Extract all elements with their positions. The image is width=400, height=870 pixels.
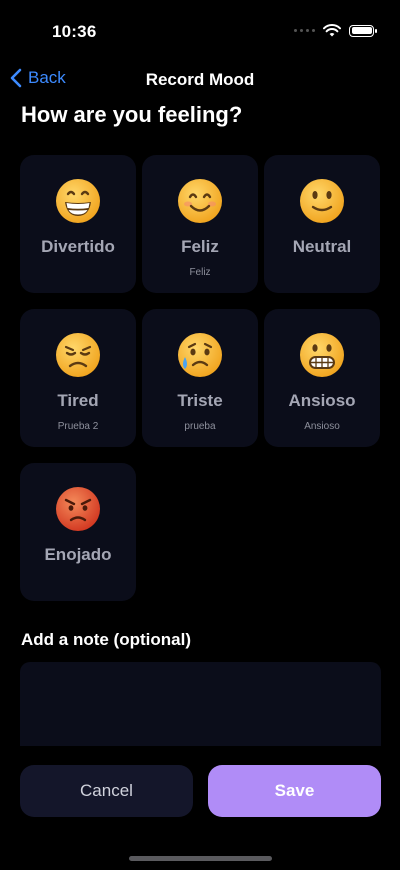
mood-card-neutral[interactable]: Neutral: [264, 155, 380, 293]
mood-card-tired[interactable]: Tired Prueba 2: [20, 309, 136, 447]
dynamic-island: [140, 14, 262, 50]
status-time: 10:36: [52, 22, 97, 41]
page-title: How are you feeling?: [21, 102, 243, 127]
mood-description: Feliz: [189, 267, 211, 278]
slightly-smiling-face-icon: [300, 179, 344, 223]
angry-face-icon: [56, 487, 100, 531]
mood-label: Tired: [57, 391, 99, 410]
status-icons: [294, 24, 377, 37]
save-button[interactable]: Save: [208, 765, 381, 817]
battery-icon: [349, 24, 377, 37]
mood-label: Divertido: [41, 237, 115, 256]
status-bar: 10:36: [0, 0, 400, 60]
grimacing-face-icon: [300, 333, 344, 377]
mood-label: Triste: [177, 391, 223, 410]
mood-label: Enojado: [44, 545, 112, 564]
mood-description: Ansioso: [304, 421, 340, 432]
mood-card-feliz[interactable]: Feliz Feliz: [142, 155, 258, 293]
home-indicator[interactable]: [129, 856, 272, 861]
mood-card-divertido[interactable]: Divertido: [20, 155, 136, 293]
nav-title: Record Mood: [145, 70, 255, 89]
mood-card-ansioso[interactable]: Ansioso Ansioso: [264, 309, 380, 447]
smiling-face-icon: [178, 179, 222, 223]
mood-description: Prueba 2: [57, 421, 99, 432]
navigation-bar: Back Record Mood: [0, 62, 400, 96]
grinning-face-icon: [56, 179, 100, 223]
mood-label: Feliz: [181, 237, 219, 256]
note-input[interactable]: [20, 662, 381, 746]
mood-description: prueba: [184, 421, 216, 432]
signal-icon: [294, 29, 315, 32]
mood-card-triste[interactable]: Triste prueba: [142, 309, 258, 447]
mood-label: Neutral: [292, 237, 352, 256]
note-label: Add a note (optional): [21, 630, 191, 649]
mood-label: Ansioso: [288, 391, 356, 410]
cancel-button[interactable]: Cancel: [20, 765, 193, 817]
disappointed-face-icon: [56, 333, 100, 377]
mood-grid: Divertido Feliz Feliz Neutral Tired Prue…: [20, 155, 380, 601]
mood-card-enojado[interactable]: Enojado: [20, 463, 136, 601]
wifi-icon: [323, 24, 341, 37]
sad-sweat-face-icon: [178, 333, 222, 377]
